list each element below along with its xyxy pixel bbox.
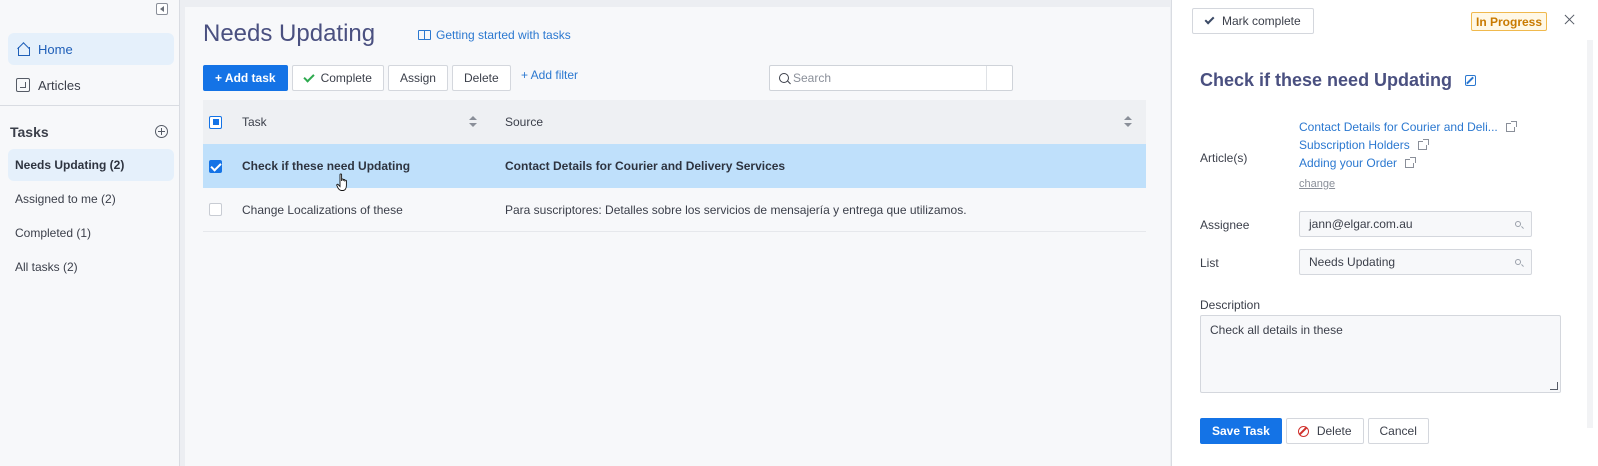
row-checkbox[interactable] xyxy=(209,159,222,173)
assignee-value: jann@elgar.com.au xyxy=(1309,217,1413,231)
save-task-button[interactable]: Save Task xyxy=(1200,418,1282,444)
column-header-task[interactable]: Task xyxy=(242,115,267,129)
search-input[interactable] xyxy=(793,66,983,90)
sidebar-item-articles[interactable]: Articles xyxy=(8,69,174,101)
task-cell[interactable]: Check if these need Updating xyxy=(242,159,410,173)
main-content: Needs Updating Getting started with task… xyxy=(185,7,1170,466)
delete-task-button[interactable]: Delete xyxy=(1285,418,1364,444)
check-icon xyxy=(302,70,315,83)
home-icon xyxy=(16,42,30,56)
tasks-heading: Tasks xyxy=(10,124,49,140)
search-icon xyxy=(1515,221,1521,227)
check-icon xyxy=(1204,14,1215,25)
page-title: Needs Updating xyxy=(203,20,376,47)
search-box xyxy=(769,65,1013,91)
status-badge[interactable]: In Progress xyxy=(1471,12,1548,31)
task-detail-panel: Mark complete In Progress Check if these… xyxy=(1171,0,1598,466)
column-header-source[interactable]: Source xyxy=(505,115,543,129)
source-cell[interactable]: Contact Details for Courier and Delivery… xyxy=(505,159,785,173)
description-field[interactable]: Check all details in these xyxy=(1200,315,1561,393)
list-label: List xyxy=(1200,256,1219,270)
change-articles-link[interactable]: change xyxy=(1299,178,1515,190)
search-icon xyxy=(779,73,789,83)
table-row[interactable]: Change Localizations of these Para suscr… xyxy=(203,188,1146,232)
assignee-field[interactable]: jann@elgar.com.au xyxy=(1299,211,1532,237)
mark-complete-button[interactable]: Mark complete xyxy=(1192,8,1314,34)
add-task-button[interactable]: + Add task xyxy=(203,65,288,91)
sidebar-list-completed[interactable]: Completed (1) xyxy=(8,217,174,249)
articles-label: Article(s) xyxy=(1200,151,1248,165)
row-checkbox[interactable] xyxy=(209,203,222,216)
toolbar: + Add task Complete Assign Delete xyxy=(203,65,515,91)
table-header: Task Source xyxy=(203,100,1146,144)
sidebar-list-all-tasks[interactable]: All tasks (2) xyxy=(8,251,174,283)
task-title: Check if these need Updating xyxy=(1200,70,1453,90)
source-cell[interactable]: Para suscriptores: Detalles sobre los se… xyxy=(505,203,967,217)
search-icon xyxy=(1515,259,1521,265)
mark-complete-label: Mark complete xyxy=(1222,14,1301,28)
article-icon xyxy=(16,78,30,92)
sidebar-list-needs-updating[interactable]: Needs Updating (2) xyxy=(8,149,174,181)
resize-handle-icon[interactable] xyxy=(1550,382,1558,390)
sidebar-item-label: Articles xyxy=(38,77,81,93)
close-icon[interactable] xyxy=(1564,14,1575,25)
external-link-icon[interactable] xyxy=(1417,138,1429,150)
external-link-icon[interactable] xyxy=(1405,156,1417,168)
sort-icon[interactable] xyxy=(469,116,477,128)
delete-icon xyxy=(1297,425,1309,437)
panel-actions: Save Task Delete Cancel xyxy=(1200,418,1433,444)
sidebar-item-home[interactable]: Home xyxy=(8,33,174,65)
complete-label: Complete xyxy=(320,71,372,85)
sort-icon[interactable] xyxy=(1124,116,1132,128)
article-links: Contact Details for Courier and Deli... … xyxy=(1299,118,1517,190)
article-link-label: Adding your Order xyxy=(1299,156,1398,170)
add-list-icon[interactable] xyxy=(155,125,168,138)
article-link[interactable]: Subscription Holders xyxy=(1299,136,1515,154)
top-strip xyxy=(185,0,1170,7)
list-field[interactable]: Needs Updating xyxy=(1299,249,1532,275)
article-link-label: Subscription Holders xyxy=(1299,138,1410,152)
complete-button[interactable]: Complete xyxy=(291,65,384,91)
article-link[interactable]: Adding your Order xyxy=(1299,154,1515,172)
task-cell[interactable]: Change Localizations of these xyxy=(242,203,403,217)
delete-label: Delete xyxy=(1316,424,1352,438)
delete-button[interactable]: Delete xyxy=(451,65,511,91)
sidebar-list-assigned-to-me[interactable]: Assigned to me (2) xyxy=(8,183,174,215)
getting-started-link[interactable]: Getting started with tasks xyxy=(418,28,571,42)
list-value: Needs Updating xyxy=(1309,255,1396,269)
assignee-label: Assignee xyxy=(1200,218,1250,232)
sidebar-divider xyxy=(0,105,179,106)
article-link-label: Contact Details for Courier and Deli... xyxy=(1299,120,1498,134)
edit-icon[interactable] xyxy=(1465,75,1476,86)
sidebar-item-label: Home xyxy=(38,41,73,57)
article-link[interactable]: Contact Details for Courier and Deli... xyxy=(1299,118,1517,136)
external-link-icon[interactable] xyxy=(1505,120,1517,132)
assign-button[interactable]: Assign xyxy=(387,65,448,91)
table-row[interactable]: Check if these need Updating Contact Det… xyxy=(203,144,1146,191)
panel-scrollbar[interactable] xyxy=(1587,40,1593,428)
search-options-button[interactable] xyxy=(986,66,1012,90)
getting-started-label: Getting started with tasks xyxy=(436,28,571,42)
book-icon xyxy=(418,30,431,40)
add-filter-link[interactable]: + Add filter xyxy=(521,68,578,82)
collapse-sidebar-icon[interactable] xyxy=(156,3,168,15)
cancel-button[interactable]: Cancel xyxy=(1367,418,1429,444)
description-label: Description xyxy=(1200,298,1261,312)
select-all-checkbox[interactable] xyxy=(209,115,222,129)
sidebar: Home Articles Tasks Needs Updating (2) A… xyxy=(0,0,180,466)
tasks-table: Task Source Check if these need Updating… xyxy=(203,100,1146,232)
